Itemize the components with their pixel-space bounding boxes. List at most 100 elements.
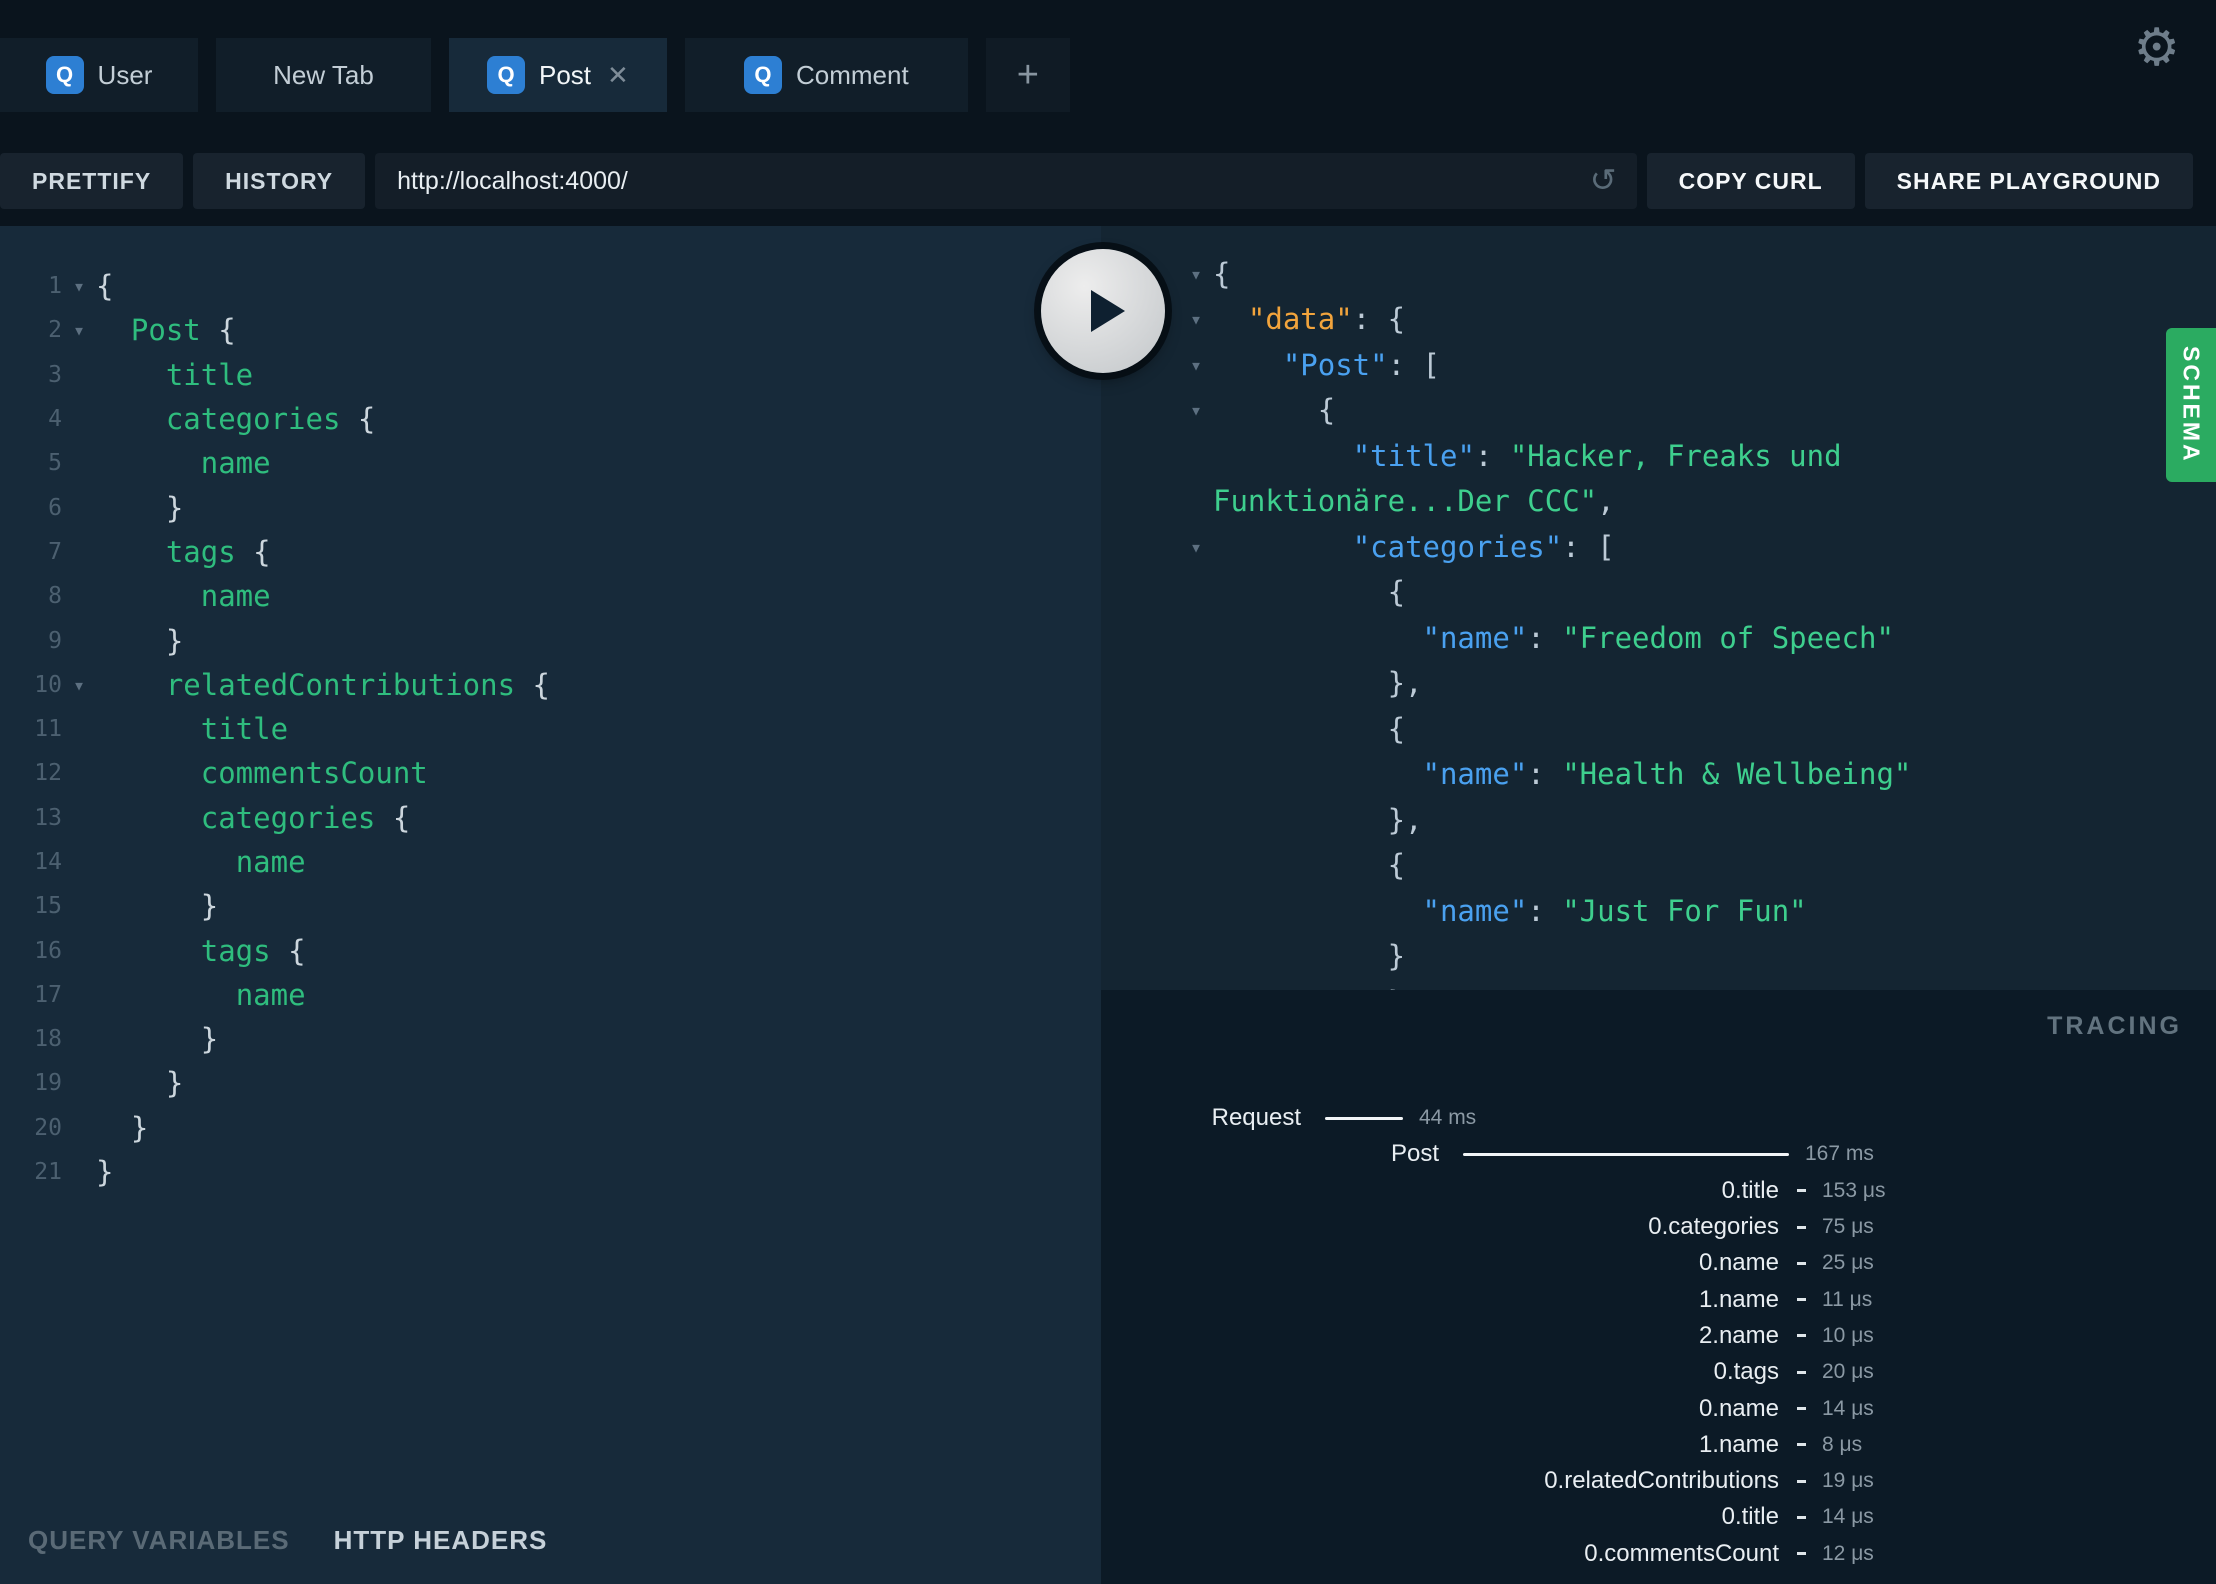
query-line: 5 name <box>0 441 1101 485</box>
query-line: 17 name <box>0 973 1101 1017</box>
query-line: 6 } <box>0 485 1101 529</box>
endpoint-input[interactable] <box>375 153 1637 209</box>
query-line: 8 name <box>0 574 1101 618</box>
duration-tick <box>1797 1334 1806 1338</box>
trace-row: 0.name 25 μs <box>1101 1245 2216 1281</box>
query-line: 1 ▾{ <box>0 264 1101 308</box>
tracing-rows: Request 44 ms Post 167 ms 0.title 153 μs 0.cat… <box>1101 1100 2216 1572</box>
query-line: 21} <box>0 1150 1101 1194</box>
query-line: 4 categories { <box>0 397 1101 441</box>
line-number: 9 <box>48 627 62 654</box>
schema-tab-button[interactable]: SCHEMA <box>2166 328 2216 482</box>
code-text: Funktionäre...Der CCC", <box>1213 484 1615 519</box>
tabs: Q User New Tab Q Post ✕ Q Comment + <box>0 38 1070 112</box>
prettify-button[interactable]: PRETTIFY <box>0 153 184 209</box>
fold-arrow-icon[interactable]: ▾ <box>62 274 96 298</box>
fold-arrow-icon[interactable]: ▾ <box>1179 535 1213 559</box>
fold-arrow-icon[interactable]: ▾ <box>1179 307 1213 331</box>
tab-label: Post <box>539 59 592 90</box>
http-headers-tab[interactable]: HTTP HEADERS <box>334 1525 548 1556</box>
share-playground-button[interactable]: SHARE PLAYGROUND <box>1864 153 2193 209</box>
execute-button[interactable] <box>1041 249 1165 373</box>
response-line: "name": "Just For Fun" <box>1101 888 2216 934</box>
code-text: "categories": [ <box>1352 529 1615 564</box>
tab-post[interactable]: Q Post ✕ <box>449 38 667 112</box>
query-line: 11 title <box>0 707 1101 751</box>
trace-time: 44 ms <box>1419 1106 1477 1130</box>
settings-gear-icon[interactable]: ⚙ <box>2133 22 2180 74</box>
response-line: "name": "Freedom of Speech" <box>1101 615 2216 661</box>
line-number: 18 <box>34 1026 62 1053</box>
new-tab-button[interactable]: + <box>985 38 1070 112</box>
code-text: { <box>1213 848 1406 883</box>
graphql-playground: Q User New Tab Q Post ✕ Q Comment + ⚙ PRETTIFY H… <box>0 0 2216 1584</box>
reload-icon[interactable]: ↺ <box>1590 161 1617 199</box>
trace-label: 0.categories <box>1648 1213 1779 1241</box>
tab-new-tab[interactable]: New Tab <box>216 38 431 112</box>
trace-time: 14 μs <box>1822 1396 1874 1420</box>
fold-arrow-icon[interactable]: ▾ <box>62 318 96 342</box>
code-text: categories { <box>165 402 376 437</box>
code-text: }, <box>1213 666 1423 701</box>
trace-label: Post <box>1390 1140 1439 1168</box>
response-line: }, <box>1101 661 2216 707</box>
code-text: "data": { <box>1247 302 1406 337</box>
fold-arrow-icon[interactable]: ▾ <box>1179 398 1213 422</box>
copy-curl-button[interactable]: COPY CURL <box>1646 153 1855 209</box>
response-viewer-lines: ▾{▾ "data": {▾ "Post": [▾ { "title": "Ha… <box>1101 251 2216 990</box>
history-button[interactable]: HISTORY <box>193 153 366 209</box>
fold-arrow-icon[interactable]: ▾ <box>1179 353 1213 377</box>
code-text: name <box>235 977 306 1012</box>
duration-tick <box>1797 1225 1806 1229</box>
query-line: 7 tags { <box>0 530 1101 574</box>
response-line: ▾ { <box>1101 388 2216 434</box>
line-number: 7 <box>48 538 62 565</box>
trace-row: 0.title 153 μs <box>1101 1173 2216 1209</box>
query-line: 15 } <box>0 884 1101 928</box>
response-viewer: ▾{▾ "data": {▾ "Post": [▾ { "title": "Ha… <box>1101 226 2216 990</box>
duration-tick <box>1797 1479 1806 1483</box>
trace-time: 19 μs <box>1822 1469 1874 1493</box>
trace-time: 11 μs <box>1822 1287 1873 1311</box>
response-line: } <box>1101 934 2216 980</box>
trace-label: 1.name <box>1698 1430 1779 1458</box>
tracing-panel[interactable]: TRACING Request 44 ms Post 167 ms 0.title 153… <box>1101 990 2216 1584</box>
trace-time: 20 μs <box>1822 1360 1874 1384</box>
code-text: } <box>96 623 184 658</box>
tab-comment[interactable]: Q Comment <box>684 38 968 112</box>
trace-row: 1.name 8 μs <box>1101 1427 2216 1463</box>
fold-arrow-icon[interactable]: ▾ <box>62 673 96 697</box>
toolbar: PRETTIFY HISTORY ↺ COPY CURL SHARE PLAYG… <box>0 136 2216 226</box>
trace-label: 0.relatedContributions <box>1544 1467 1779 1495</box>
fold-arrow-icon[interactable]: ▾ <box>1179 262 1213 286</box>
query-badge-icon: Q <box>743 56 782 94</box>
code-text: } <box>96 1155 114 1190</box>
trace-label: 0.commentsCount <box>1584 1539 1779 1567</box>
code-text: name <box>200 446 271 481</box>
code-text: commentsCount <box>200 756 428 791</box>
line-number: 8 <box>48 583 62 610</box>
response-line: }, <box>1101 979 2216 990</box>
code-text: "name": "Health & Wellbeing" <box>1422 757 1912 792</box>
tab-user[interactable]: Q User <box>0 38 198 112</box>
query-variables-tab[interactable]: QUERY VARIABLES <box>28 1525 290 1556</box>
query-line: 14 name <box>0 840 1101 884</box>
tab-label: Comment <box>795 59 909 90</box>
code-text: name <box>235 845 306 879</box>
trace-row: Post 167 ms <box>1101 1136 2216 1172</box>
query-editor[interactable]: 1 ▾{2 ▾ Post {3 title 4 categories {5 name 6… <box>0 226 1101 1496</box>
query-line: 10 ▾ relatedContributions { <box>0 663 1101 707</box>
query-line: 16 tags { <box>0 928 1101 972</box>
query-line: 2 ▾ Post { <box>0 308 1101 352</box>
trace-time: 167 ms <box>1805 1142 1874 1166</box>
code-text: name <box>200 579 271 614</box>
response-line: Funktionäre...Der CCC", <box>1101 479 2216 525</box>
tab-label: User <box>97 59 153 90</box>
response-line: ▾{ <box>1101 251 2216 297</box>
close-tab-icon[interactable]: ✕ <box>607 60 629 91</box>
query-badge-icon: Q <box>45 56 84 94</box>
query-line: 9 } <box>0 618 1101 662</box>
duration-tick <box>1797 1443 1806 1447</box>
response-line: ▾ "data": { <box>1101 297 2216 343</box>
line-number: 16 <box>34 937 62 964</box>
